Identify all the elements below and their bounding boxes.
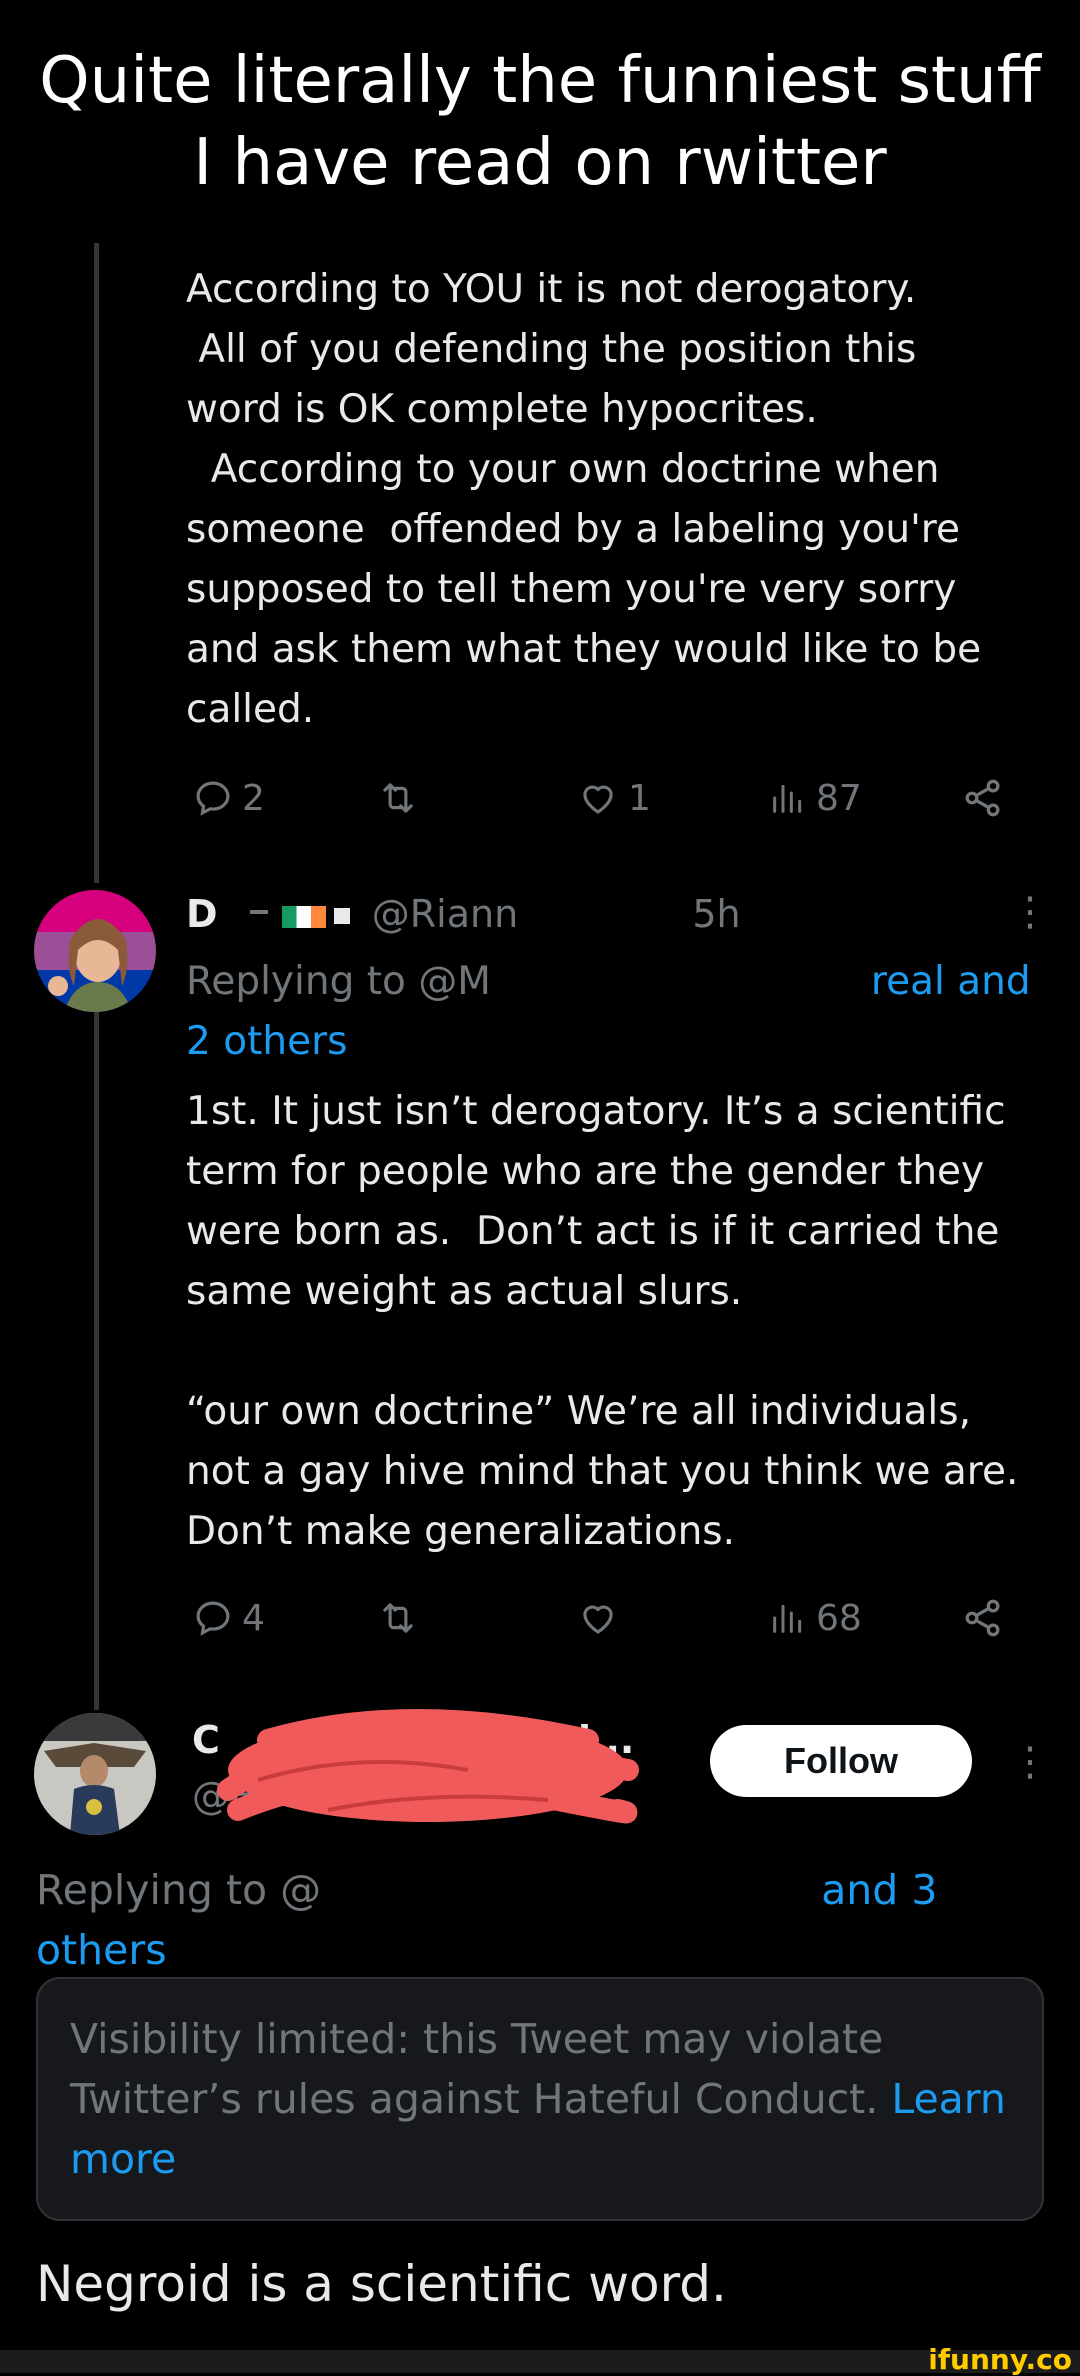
tweet-line: someone offended by a labeling you're (186, 507, 960, 552)
tweet-line: word is OK complete hypocrites. (186, 387, 818, 432)
timestamp[interactable]: 5h (692, 892, 740, 936)
tweet-1-text: According to YOU it is not derogatory. A… (186, 260, 981, 740)
reply-count: 2 (242, 777, 265, 819)
tweet-line: same weight as actual slurs. (186, 1269, 743, 1314)
visibility-notice: Visibility limited: this Tweet may viola… (36, 1977, 1044, 2221)
like-icon (576, 777, 620, 819)
more-icon[interactable]: ⋮ (1010, 1742, 1050, 1782)
tweet-line: Don’t make generalizations. (186, 1509, 736, 1554)
retweet-button[interactable] (376, 768, 420, 828)
views-icon (768, 777, 808, 819)
replying-to: Replying to @ and 3 others (36, 1860, 1046, 1980)
tweet-line: supposed to tell them you're very sorry (186, 567, 957, 612)
handle[interactable]: @Riann (372, 892, 518, 936)
tweet-line: term for people who are the gender they (186, 1149, 985, 1194)
meme-caption: Quite literally the funniest stuff I hav… (0, 40, 1080, 204)
caption-line-2: I have read on rwitter (193, 126, 887, 200)
more-icon[interactable]: ⋮ (1010, 892, 1050, 932)
tweet-line: not a gay hive mind that you think we ar… (186, 1449, 1019, 1494)
tweet-line: According to YOU it is not derogatory. (186, 267, 917, 312)
views-count: 68 (816, 1597, 862, 1639)
notice-message: Visibility limited: this Tweet may viola… (70, 2015, 884, 2123)
replying-prefix: Replying to @M (186, 959, 491, 1004)
thread-line (94, 243, 99, 883)
share-icon (961, 776, 1005, 820)
avatar[interactable] (34, 1713, 156, 1835)
watermark: ifunny.co (928, 2343, 1072, 2376)
views-button[interactable]: 68 (768, 1588, 862, 1648)
like-button[interactable]: 1 (576, 768, 651, 828)
retweet-icon (376, 777, 420, 819)
replying-to: Replying to @M real and 2 others (186, 952, 1046, 1072)
reply-icon (192, 777, 234, 819)
reply-button[interactable]: 2 (192, 768, 265, 828)
name-emoji-flags (230, 902, 360, 932)
replying-prefix: Replying to @ (36, 1866, 322, 1914)
share-button[interactable] (961, 1588, 1005, 1648)
avatar-image (34, 1713, 156, 1835)
notice-text: Visibility limited: this Tweet may viola… (70, 2009, 1030, 2189)
tweet-2-actions: 4 68 (186, 1588, 1016, 1648)
retweet-icon (376, 1597, 420, 1639)
like-count: 1 (628, 777, 651, 819)
caption-line-1: Quite literally the funniest stuff (39, 44, 1041, 118)
share-button[interactable] (961, 768, 1005, 828)
display-name[interactable]: D (186, 892, 218, 936)
tweet-line: called. (186, 687, 315, 732)
tweet-line: “our own doctrine” We’re all individuals… (186, 1389, 971, 1434)
reply-icon (192, 1597, 234, 1639)
tweet-line: According to your own doctrine when (186, 447, 940, 492)
redaction-scribble (217, 1709, 639, 1824)
avatar[interactable] (34, 890, 156, 1012)
follow-button[interactable]: Follow (710, 1725, 972, 1797)
tweet-line: All of you defending the position this (186, 327, 917, 372)
tweet-line: and ask them what they would like to be (186, 627, 982, 672)
tweet-2-header: D @Riann 5h (186, 892, 741, 936)
replying-others-link[interactable]: 2 others (186, 1012, 1046, 1072)
like-icon (576, 1597, 620, 1639)
thread-line (94, 1010, 99, 1710)
retweet-button[interactable] (376, 1588, 420, 1648)
replying-link[interactable]: real and (871, 959, 1031, 1004)
watermark-bar (0, 2350, 1080, 2373)
tweet-3-text: Negroid is a scientific word. (36, 2255, 727, 2313)
views-icon (768, 1597, 808, 1639)
tweet-line: 1st. It just isn’t derogatory. It’s a sc… (186, 1089, 1006, 1134)
views-button[interactable]: 87 (768, 768, 862, 828)
reply-button[interactable]: 4 (192, 1588, 265, 1648)
tweet-2-text: 1st. It just isn’t derogatory. It’s a sc… (186, 1082, 1018, 1562)
share-icon (961, 1596, 1005, 1640)
replying-link[interactable]: and 3 (821, 1866, 937, 1914)
reply-count: 4 (242, 1597, 265, 1639)
tweet-1-actions: 2 1 87 (186, 768, 1016, 828)
like-button[interactable] (576, 1588, 620, 1648)
avatar-image (34, 890, 156, 1012)
views-count: 87 (816, 777, 862, 819)
tweet-line: were born as. Don’t act is if it carried… (186, 1209, 1000, 1254)
replying-others-link[interactable]: others (36, 1920, 1046, 1980)
